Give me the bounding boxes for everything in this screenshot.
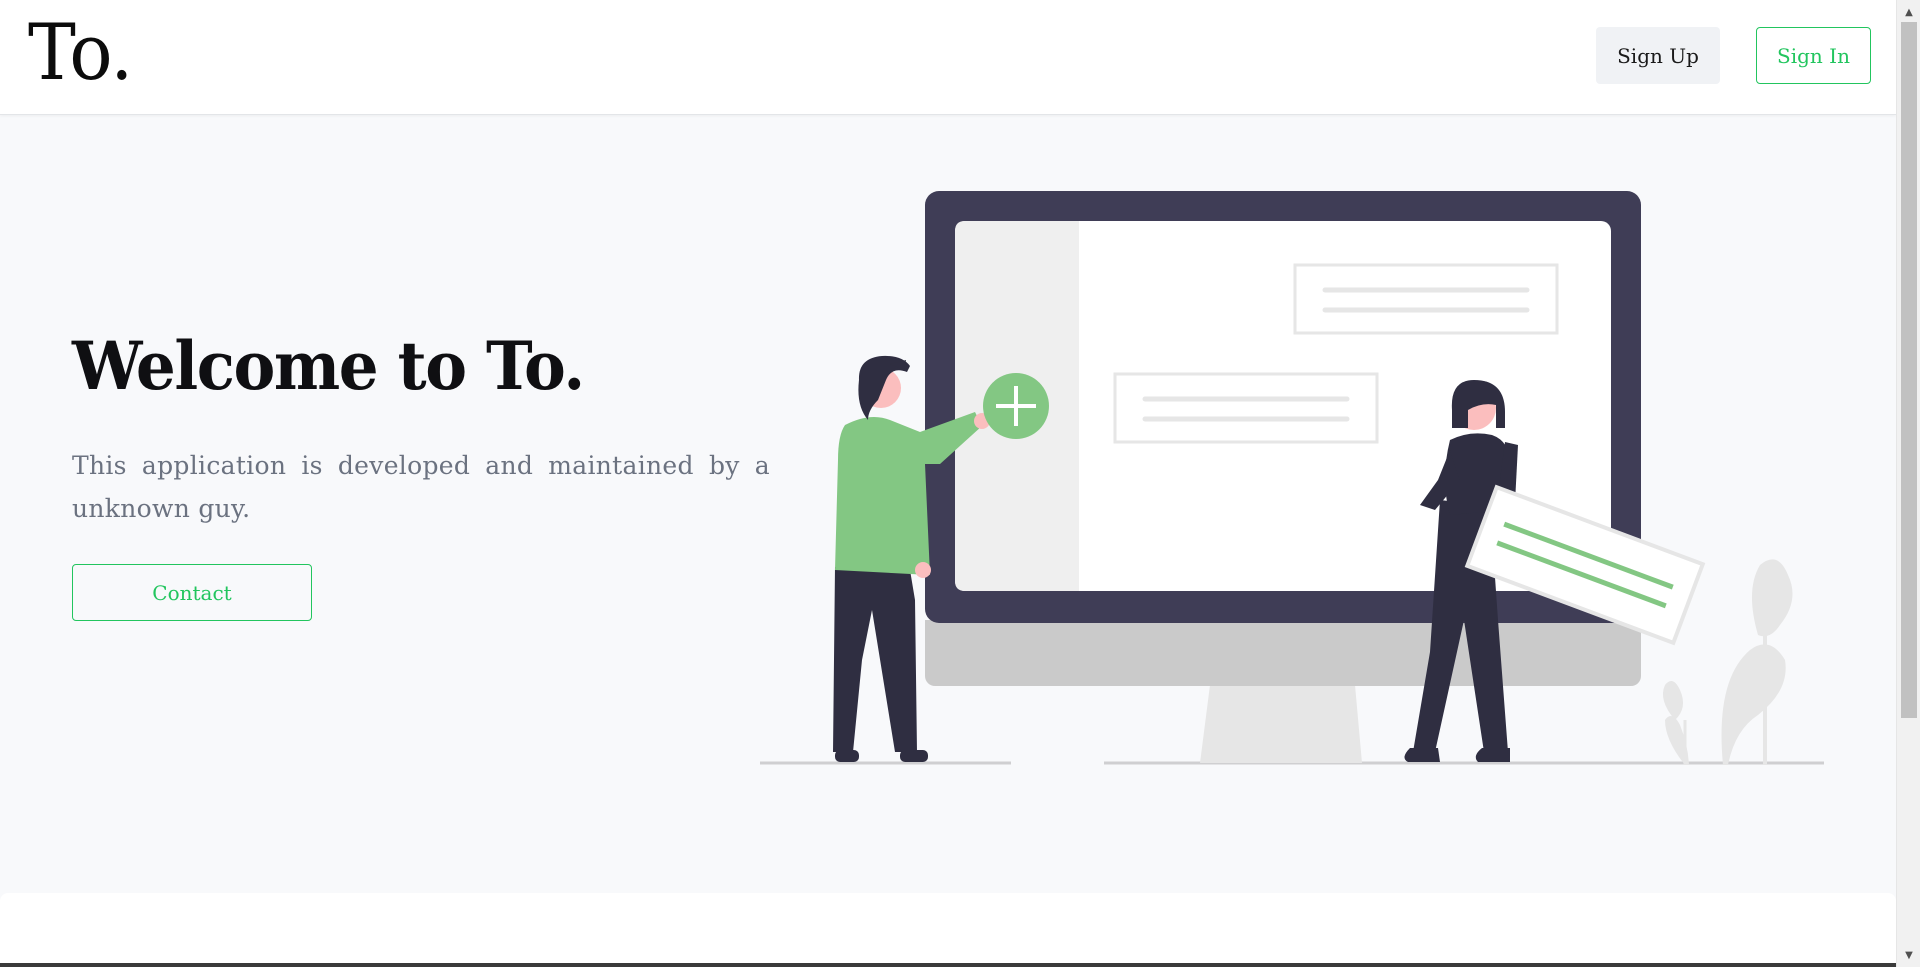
vertical-scrollbar[interactable]: ▲ ▼ (1896, 0, 1920, 967)
screen-card-middle (1113, 372, 1379, 444)
add-plus-icon (983, 373, 1049, 439)
window-bottom-edge (0, 963, 1896, 967)
top-navbar: To. Sign Up Sign In (0, 0, 1896, 115)
monitor-stand (1200, 685, 1362, 763)
hero-illustration (760, 191, 1824, 765)
footer-section (0, 893, 1896, 967)
contact-button[interactable]: Contact (72, 564, 312, 621)
logo[interactable]: To. (28, 14, 133, 92)
sign-up-button[interactable]: Sign Up (1596, 27, 1720, 84)
screen-card-top (1293, 263, 1559, 335)
scroll-up-arrow-icon[interactable]: ▲ (1897, 2, 1920, 22)
sign-in-button[interactable]: Sign In (1756, 27, 1871, 84)
hero-title: Welcome to To. (72, 327, 585, 405)
scroll-thumb[interactable] (1901, 22, 1917, 718)
scroll-down-arrow-icon[interactable]: ▼ (1897, 945, 1920, 965)
hero-description: This application is developed and mainta… (72, 451, 770, 523)
